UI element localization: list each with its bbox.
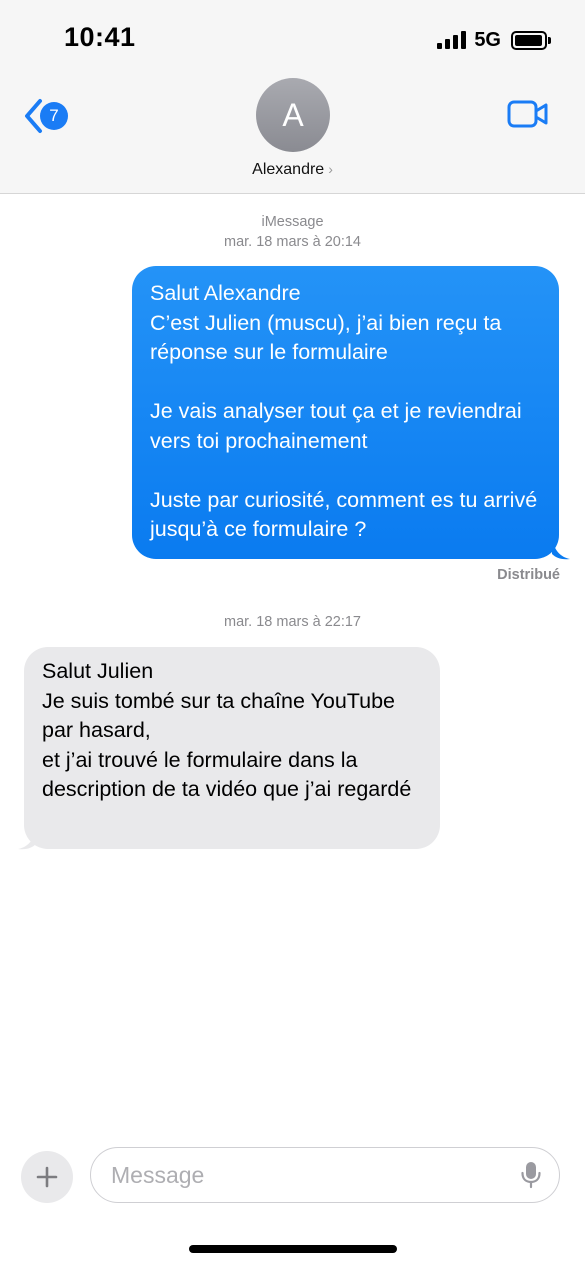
delivery-status: Distribué [497,567,560,583]
back-button[interactable]: 7 [22,98,68,134]
contact-name-button[interactable]: Alexandre › [0,161,585,179]
home-indicator[interactable] [189,1245,397,1253]
message-input-container [90,1147,560,1203]
received-message-bubble[interactable]: Salut Julien Je suis tombé sur ta chaîne… [24,647,440,849]
service-label: iMessage [261,214,324,230]
cellular-signal-icon [437,31,467,49]
battery-icon [511,30,551,50]
conversation-header: 7 A Alexandre › [0,78,585,194]
network-type: 5G [474,28,501,51]
message-input[interactable] [109,1148,503,1203]
contact-name: Alexandre [252,161,325,178]
microphone-icon [521,1162,541,1189]
apps-plus-button[interactable] [21,1151,73,1203]
unread-count-badge: 7 [40,102,68,130]
status-indicators: 5G [437,28,551,52]
avatar[interactable]: A [256,78,330,152]
message-timestamp: mar. 18 mars à 22:17 [223,614,361,630]
received-bubble-tail [18,828,36,850]
facetime-video-button[interactable] [507,100,549,133]
dictation-button[interactable] [521,1161,541,1194]
sent-message-bubble[interactable]: Salut Alexandre C’est Julien (muscu), j’… [132,266,559,559]
sent-bubble-tail [552,538,570,560]
video-camera-icon [507,100,548,128]
chevron-right-icon: › [328,161,333,177]
plus-icon [36,1166,58,1188]
message-timestamp: mar. 18 mars à 20:14 [223,234,361,250]
status-bar: 10:41 5G [0,0,585,80]
status-time: 10:41 [64,22,136,52]
